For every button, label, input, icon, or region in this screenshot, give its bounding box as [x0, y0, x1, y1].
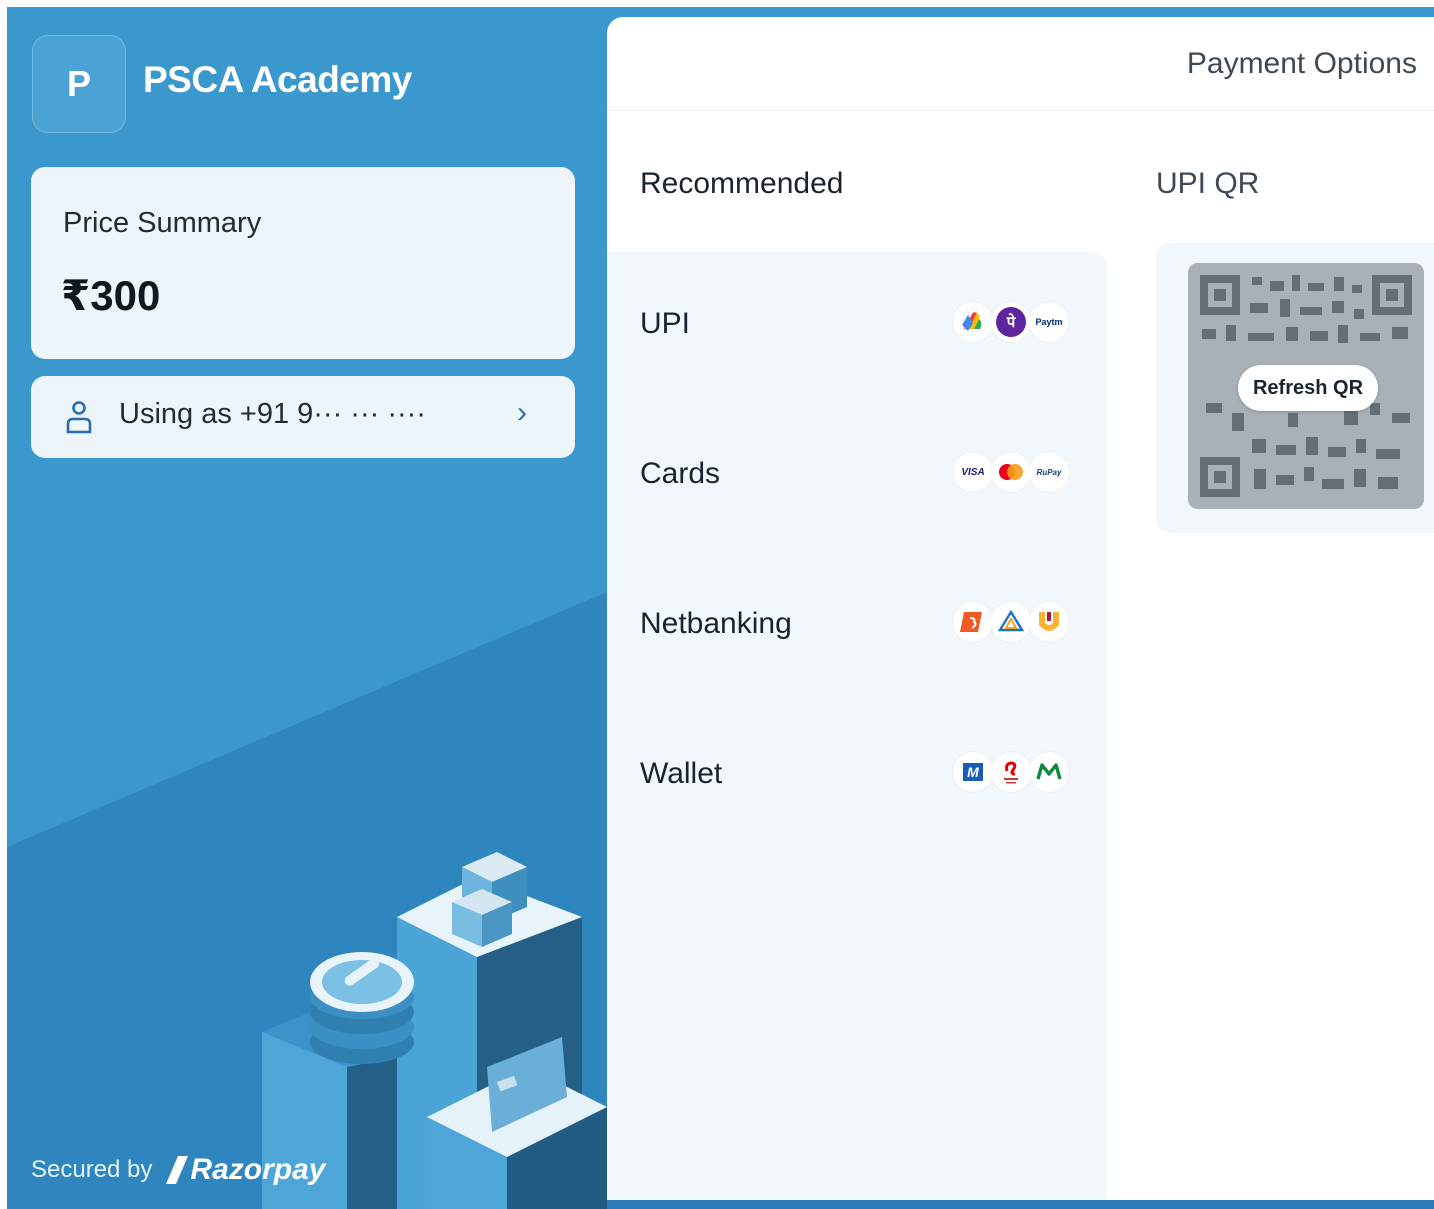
- panel-title: Payment Options: [1186, 47, 1417, 80]
- panel-bottom-bar: [607, 1200, 1434, 1209]
- method-cards[interactable]: Cards VISA RuPay: [607, 402, 1107, 552]
- checkout-frame: P PSCA Academy Price Summary ₹300 Using …: [7, 7, 1434, 1209]
- user-contact-text: Using as +91 9··· ··· ····: [119, 398, 426, 430]
- phonepe-glyph: पे: [996, 307, 1026, 337]
- chevron-right-icon: ›: [517, 396, 527, 429]
- panel-header: Payment Options: [607, 17, 1434, 111]
- phonepe-icon: पे: [991, 302, 1031, 342]
- razorpay-logo: Razorpay: [166, 1153, 325, 1187]
- refresh-qr-button[interactable]: Refresh QR: [1238, 365, 1378, 411]
- recommended-heading: Recommended: [640, 167, 844, 200]
- method-label: Wallet: [640, 757, 723, 790]
- jiomoney-icon: [1029, 752, 1069, 792]
- method-netbanking[interactable]: Netbanking: [607, 552, 1107, 702]
- method-icons: [953, 602, 1069, 642]
- mobikwik-wordmark: M: [963, 763, 983, 781]
- user-account-card[interactable]: Using as +91 9··· ··· ···· ›: [31, 376, 575, 458]
- paytm-wordmark: Paytm: [1035, 317, 1063, 327]
- method-upi[interactable]: UPI पे Paytm: [607, 252, 1107, 402]
- upi-qr-card: Refresh QR: [1156, 243, 1434, 533]
- brand-name: PSCA Academy: [143, 59, 412, 100]
- punjab-national-bank-icon: [1029, 602, 1069, 642]
- price-amount: ₹300: [61, 272, 161, 319]
- rupay-wordmark: RuPay: [1036, 467, 1062, 477]
- payment-options-panel: Payment Options Recommended UPI पे Paytm…: [607, 17, 1434, 1209]
- google-pay-icon: [953, 302, 993, 342]
- mastercard-icon: [991, 452, 1031, 492]
- airtel-payments-icon: [991, 752, 1031, 792]
- bank-of-india-icon: [991, 602, 1031, 642]
- bank-of-baroda-icon: [953, 602, 993, 642]
- method-wallet[interactable]: Wallet M: [607, 702, 1107, 852]
- brand-logo-letter: P: [66, 63, 91, 104]
- qr-code-image: Refresh QR: [1188, 263, 1424, 509]
- payment-methods-list: UPI पे Paytm Cards VISA RuPay Netbanking…: [607, 252, 1107, 1209]
- method-icons: VISA RuPay: [953, 452, 1069, 492]
- razorpay-name: Razorpay: [190, 1153, 326, 1186]
- mobikwik-icon: M: [953, 752, 993, 792]
- user-icon: [66, 401, 92, 434]
- method-label: UPI: [640, 307, 691, 340]
- visa-wordmark: VISA: [961, 466, 985, 478]
- visa-icon: VISA: [953, 452, 993, 492]
- method-label: Cards: [640, 457, 721, 490]
- rupay-icon: RuPay: [1029, 452, 1069, 492]
- upi-qr-heading: UPI QR: [1156, 167, 1260, 200]
- method-label: Netbanking: [640, 607, 792, 640]
- method-icons: पे Paytm: [953, 302, 1069, 342]
- secured-by-label: Secured by: [31, 1156, 153, 1183]
- brand-logo: P: [32, 35, 126, 133]
- secured-by-footer: Secured by Razorpay: [31, 1153, 325, 1187]
- price-summary-card: Price Summary ₹300: [31, 167, 575, 359]
- paytm-icon: Paytm: [1029, 302, 1069, 342]
- method-icons: M: [953, 752, 1069, 792]
- price-summary-label: Price Summary: [63, 207, 262, 239]
- razorpay-mark-icon: [166, 1156, 189, 1184]
